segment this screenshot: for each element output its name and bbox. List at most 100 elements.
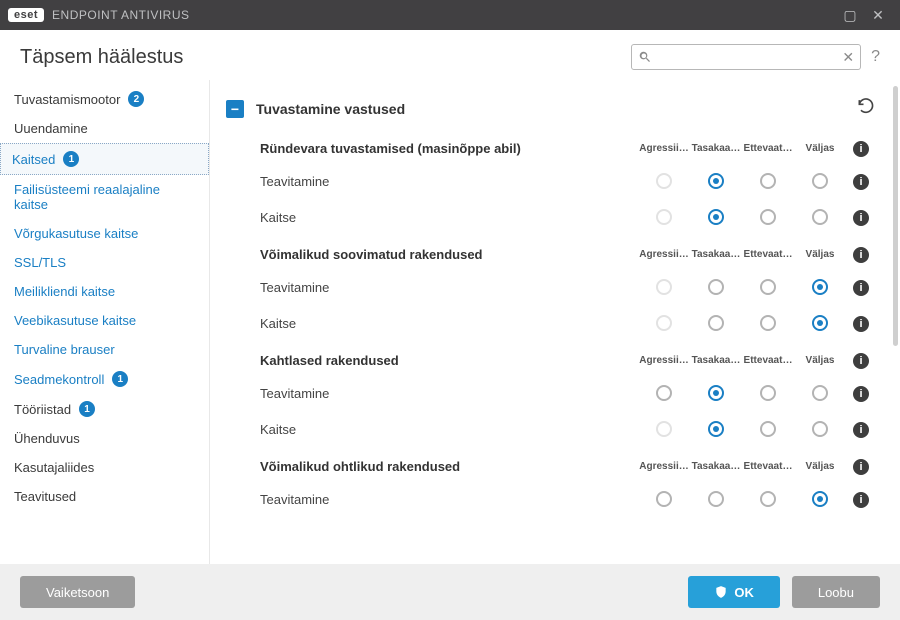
sidebar-item-mail[interactable]: Meilikliendi kaitse	[0, 277, 209, 306]
sidebar-item-connectivity[interactable]: Ühenduvus	[0, 424, 209, 453]
window-close-icon[interactable]: ✕	[864, 1, 892, 29]
window-maximize-icon[interactable]: ▢	[836, 1, 864, 29]
info-icon[interactable]: i	[853, 316, 869, 332]
radio-option[interactable]	[656, 491, 672, 507]
info-icon[interactable]: i	[853, 210, 869, 226]
count-badge: 1	[63, 151, 79, 167]
column-header: Agressii…	[638, 355, 690, 366]
defaults-button[interactable]: Vaiketsoon	[20, 576, 135, 608]
column-header: Agressii…	[638, 249, 690, 260]
group-header: Võimalikud ohtlikud rakendusedAgressii…T…	[216, 447, 886, 481]
radio-option[interactable]	[708, 491, 724, 507]
radio-option[interactable]	[760, 491, 776, 507]
info-icon[interactable]: i	[853, 353, 869, 369]
radio-option[interactable]	[760, 385, 776, 401]
group-header: Kahtlased rakendusedAgressii…Tasakaa…Ett…	[216, 341, 886, 375]
brand-logo: eset	[8, 8, 44, 22]
info-icon[interactable]: i	[853, 459, 869, 475]
collapse-icon[interactable]: −	[226, 100, 244, 118]
radio-option[interactable]	[708, 385, 724, 401]
column-header: Tasakaa…	[690, 355, 742, 366]
sidebar-item-label: Tööriistad	[14, 402, 71, 417]
sidebar-item-web[interactable]: Veebikasutuse kaitse	[0, 306, 209, 335]
radio-option[interactable]	[708, 279, 724, 295]
sidebar-item-label: Veebikasutuse kaitse	[14, 313, 136, 328]
column-header: Tasakaa…	[690, 143, 742, 154]
radio-option[interactable]	[812, 421, 828, 437]
radio-option[interactable]	[760, 279, 776, 295]
sidebar-item-label: Kaitsed	[12, 152, 55, 167]
sidebar-item-detection-engine[interactable]: Tuvastamismootor 2	[0, 84, 209, 114]
count-badge: 1	[112, 371, 128, 387]
search-input[interactable]	[658, 50, 836, 64]
info-icon[interactable]: i	[853, 386, 869, 402]
sidebar-item-tools[interactable]: Tööriistad 1	[0, 394, 209, 424]
group-title: Ründevara tuvastamised (masinõppe abil)	[260, 141, 638, 156]
info-icon[interactable]: i	[853, 174, 869, 190]
radio-option[interactable]	[760, 421, 776, 437]
sidebar-item-protections[interactable]: Kaitsed 1	[0, 143, 209, 175]
sidebar-item-label: Turvaline brauser	[14, 342, 115, 357]
info-icon[interactable]: i	[853, 141, 869, 157]
scrollbar[interactable]	[893, 86, 898, 346]
sidebar-item-realtime-fs[interactable]: Failisüsteemi reaalajaline kaitse	[0, 175, 209, 219]
column-header: Ettevaat…	[742, 355, 794, 366]
group-header: Võimalikud soovimatud rakendusedAgressii…	[216, 235, 886, 269]
sidebar-item-ui[interactable]: Kasutajaliides	[0, 453, 209, 482]
radio-option[interactable]	[708, 209, 724, 225]
sidebar-item-label: Teavitused	[14, 489, 76, 504]
setting-row: Teavitaminei	[216, 163, 886, 199]
radio-option[interactable]	[708, 315, 724, 331]
radio-option[interactable]	[812, 209, 828, 225]
sidebar-item-device-control[interactable]: Seadmekontroll 1	[0, 364, 209, 394]
radio-option[interactable]	[760, 209, 776, 225]
info-icon[interactable]: i	[853, 247, 869, 263]
sidebar-item-network[interactable]: Võrgukasutuse kaitse	[0, 219, 209, 248]
setting-row: Teavitamine i	[216, 375, 886, 411]
radio-option	[656, 421, 672, 437]
sidebar-item-update[interactable]: Uuendamine	[0, 114, 209, 143]
info-icon[interactable]: i	[853, 492, 869, 508]
radio-option[interactable]	[812, 385, 828, 401]
group-title: Võimalikud soovimatud rakendused	[260, 247, 638, 262]
radio-option[interactable]	[760, 173, 776, 189]
column-header: Väljas	[794, 249, 846, 260]
radio-option[interactable]	[812, 173, 828, 189]
info-icon[interactable]: i	[853, 422, 869, 438]
cancel-button[interactable]: Loobu	[792, 576, 880, 608]
search-box[interactable]: ✕	[631, 44, 861, 70]
sidebar-item-label: Uuendamine	[14, 121, 88, 136]
radio-option[interactable]	[708, 173, 724, 189]
header: Täpsem häälestus ✕ ?	[0, 30, 900, 80]
titlebar: eset ENDPOINT ANTIVIRUS ▢ ✕	[0, 0, 900, 30]
radio-option[interactable]	[812, 279, 828, 295]
radio-option[interactable]	[812, 491, 828, 507]
section-header: − Tuvastamine vastused	[216, 88, 886, 129]
setting-row: Kaitse i	[216, 199, 886, 235]
count-badge: 1	[79, 401, 95, 417]
radio-option	[656, 279, 672, 295]
count-badge: 2	[128, 91, 144, 107]
setting-label: Kaitse	[260, 210, 638, 225]
radio-option[interactable]	[656, 385, 672, 401]
clear-search-icon[interactable]: ✕	[842, 49, 854, 66]
sidebar-item-label: Ühenduvus	[14, 431, 80, 446]
setting-label: Teavitamine	[260, 492, 638, 507]
sidebar-item-secure-browser[interactable]: Turvaline brauser	[0, 335, 209, 364]
revert-icon[interactable]	[856, 96, 876, 121]
sidebar-item-label: Tuvastamismootor	[14, 92, 120, 107]
setting-label: Teavitamine	[260, 386, 638, 401]
group-title: Võimalikud ohtlikud rakendused	[260, 459, 638, 474]
radio-option[interactable]	[760, 315, 776, 331]
radio-option[interactable]	[812, 315, 828, 331]
sidebar-item-ssltls[interactable]: SSL/TLS	[0, 248, 209, 277]
info-icon[interactable]: i	[853, 280, 869, 296]
search-icon	[638, 50, 652, 64]
help-icon[interactable]: ?	[871, 48, 880, 66]
radio-option[interactable]	[708, 421, 724, 437]
radio-option	[656, 315, 672, 331]
column-header: Agressii…	[638, 461, 690, 472]
column-header: Väljas	[794, 355, 846, 366]
sidebar-item-notifications[interactable]: Teavitused	[0, 482, 209, 511]
ok-button[interactable]: OK	[688, 576, 780, 608]
